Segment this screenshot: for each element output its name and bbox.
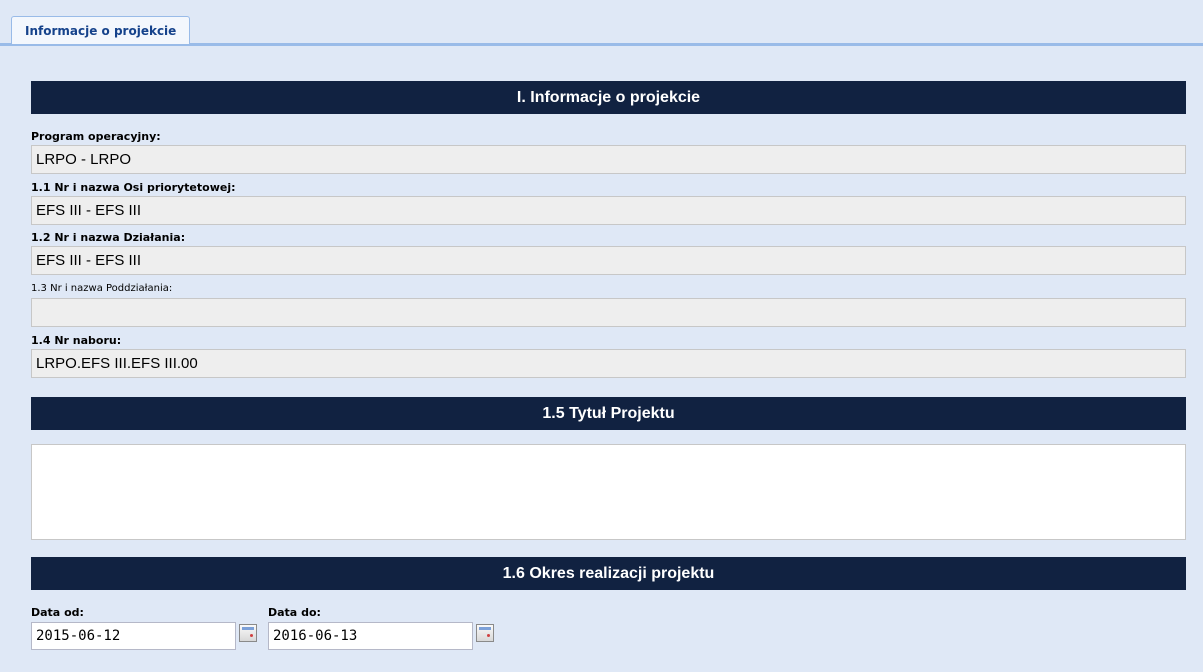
field-dzialanie[interactable]: EFS III - EFS III	[31, 246, 1186, 275]
label-poddzialanie: 1.3 Nr i nazwa Poddziałania:	[31, 283, 173, 294]
label-nr-naboru: 1.4 Nr naboru:	[31, 334, 122, 347]
field-nr-naboru[interactable]: LRPO.EFS III.EFS III.00	[31, 349, 1186, 378]
form-panel: I. Informacje o projekcie Program operac…	[0, 46, 1203, 672]
section-header-tytul-projektu: 1.5 Tytuł Projektu	[31, 397, 1186, 430]
calendar-icon[interactable]	[476, 624, 494, 642]
label-program-operacyjny: Program operacyjny:	[31, 130, 161, 143]
field-poddzialanie[interactable]	[31, 298, 1186, 327]
date-from-input[interactable]: 2015-06-12	[31, 622, 236, 650]
section-header-okres-realizacji: 1.6 Okres realizacji projektu	[31, 557, 1186, 590]
calendar-icon[interactable]	[239, 624, 257, 642]
textarea-tytul-projektu[interactable]	[31, 444, 1186, 540]
tab-bar: Informacje o projekcie	[0, 0, 1203, 46]
section-header-informacje: I. Informacje o projekcie	[31, 81, 1186, 114]
field-os-priorytetowa[interactable]: EFS III - EFS III	[31, 196, 1186, 225]
label-data-od: Data od:	[31, 606, 84, 619]
label-os-priorytetowa: 1.1 Nr i nazwa Osi priorytetowej:	[31, 181, 236, 194]
label-dzialanie: 1.2 Nr i nazwa Działania:	[31, 231, 186, 244]
tab-informacje-o-projekcie[interactable]: Informacje o projekcie	[11, 16, 191, 44]
field-program-operacyjny[interactable]: LRPO - LRPO	[31, 145, 1186, 174]
date-to-input[interactable]: 2016-06-13	[268, 622, 473, 650]
label-data-do: Data do:	[268, 606, 321, 619]
